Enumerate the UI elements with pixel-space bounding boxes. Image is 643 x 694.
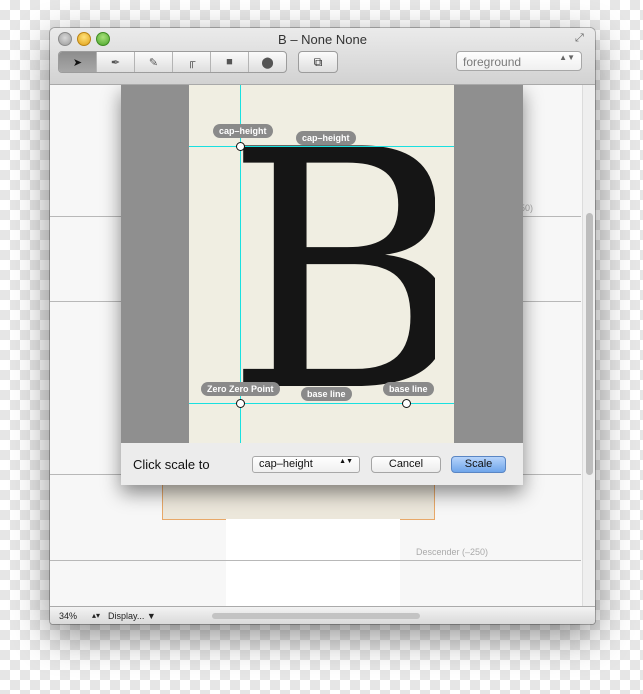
cap-height-label-left: cap–height bbox=[213, 124, 273, 138]
pencil-tool-button[interactable]: ✎ bbox=[135, 52, 173, 72]
scale-target-value: cap–height bbox=[259, 458, 313, 470]
title-bar: B – None None ⤢ ➤ ✒ ✎ ╓ ■ ⬤ ⧉ foreground… bbox=[50, 28, 595, 85]
ruler-tool-button[interactable]: ╓ bbox=[173, 52, 211, 72]
shapes-icon: ⬤ bbox=[261, 56, 274, 69]
glyph-advance-area bbox=[226, 519, 400, 606]
sheet-footer: Click scale to cap–height ▲▼ Cancel Scal… bbox=[121, 443, 523, 485]
background-image-preview: B cap–height cap–height Zero Zero Point … bbox=[121, 85, 523, 443]
pen-nib-icon: ✒ bbox=[110, 56, 121, 69]
window-title: B – None None bbox=[278, 32, 367, 47]
rectangle-icon: ■ bbox=[226, 56, 233, 68]
chevron-updown-icon: ▲▼ bbox=[339, 458, 353, 465]
scale-image-sheet: B cap–height cap–height Zero Zero Point … bbox=[121, 85, 523, 485]
chevron-updown-icon: ▲▼ bbox=[559, 53, 575, 62]
display-popup[interactable]: Display... ▼ bbox=[108, 607, 156, 624]
pen-tool-button[interactable]: ✒ bbox=[97, 52, 135, 72]
zoom-level[interactable]: 34% bbox=[59, 607, 77, 624]
shapes-tool-button[interactable]: ⬤ bbox=[249, 52, 286, 72]
status-bar: 34% ▴▾ Display... ▼ bbox=[50, 606, 595, 624]
scanned-glyph: B bbox=[225, 127, 435, 417]
base-line[interactable] bbox=[189, 403, 454, 404]
zero-point-label: Zero Zero Point bbox=[201, 382, 280, 396]
base-line-label-right: base line bbox=[383, 382, 434, 396]
scale-target-select[interactable]: cap–height ▲▼ bbox=[252, 456, 360, 473]
cap-height-label-right: cap–height bbox=[296, 131, 356, 145]
arrow-pointer-icon: ➤ bbox=[72, 56, 83, 69]
tool-segmented-control: ➤ ✒ ✎ ╓ ■ ⬤ bbox=[58, 51, 287, 73]
vertical-scrollbar[interactable] bbox=[582, 85, 595, 606]
base-line-handle[interactable] bbox=[402, 399, 411, 408]
font-editor-window: B – None None ⤢ ➤ ✒ ✎ ╓ ■ ⬤ ⧉ foreground… bbox=[50, 28, 595, 624]
horizontal-scroll-thumb[interactable] bbox=[212, 613, 420, 619]
scale-prompt-label: Click scale to bbox=[133, 457, 210, 472]
ruler-icon: ╓ bbox=[187, 56, 196, 68]
cancel-button[interactable]: Cancel bbox=[371, 456, 441, 473]
cap-height-line[interactable] bbox=[189, 146, 454, 147]
descender-guide bbox=[50, 560, 581, 561]
cap-height-handle[interactable] bbox=[236, 142, 245, 151]
layer-select[interactable]: foreground ▲▼ bbox=[456, 51, 582, 71]
glyph-canvas[interactable]: 250) Descender (–250) B cap–height cap–h… bbox=[50, 85, 595, 606]
fullscreen-arrows-icon[interactable]: ⤢ bbox=[575, 32, 587, 44]
zoom-stepper-icon[interactable]: ▴▾ bbox=[92, 607, 100, 624]
pencil-icon: ✎ bbox=[148, 56, 159, 69]
layers-icon: ⧉ bbox=[313, 54, 323, 69]
layer-select-value: foreground bbox=[463, 55, 522, 69]
zero-point-handle[interactable] bbox=[236, 399, 245, 408]
rectangle-tool-button[interactable]: ■ bbox=[211, 52, 249, 72]
scale-button[interactable]: Scale bbox=[451, 456, 506, 473]
select-tool-button[interactable]: ➤ bbox=[59, 52, 97, 72]
descender-label: Descender (–250) bbox=[416, 547, 489, 557]
base-line-label-mid: base line bbox=[301, 387, 352, 401]
vertical-scroll-thumb[interactable] bbox=[586, 213, 593, 475]
layers-button[interactable]: ⧉ bbox=[298, 51, 338, 73]
